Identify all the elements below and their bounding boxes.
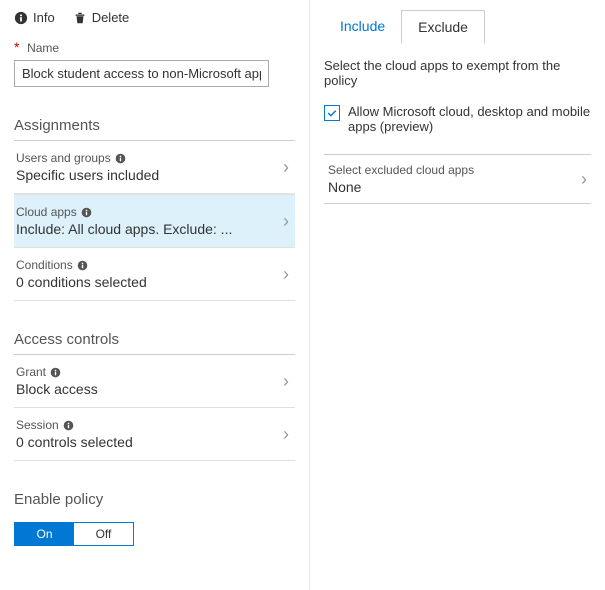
assignments-cloud-row[interactable]: Cloud apps Include: All cloud apps. Excl… xyxy=(14,194,295,248)
session-title: Session xyxy=(16,418,59,432)
users-title: Users and groups xyxy=(16,151,111,165)
allow-microsoft-label: Allow Microsoft cloud, desktop and mobil… xyxy=(348,104,591,134)
trash-icon xyxy=(73,11,87,25)
allow-microsoft-checkbox[interactable] xyxy=(324,105,340,121)
name-field: * Name xyxy=(14,39,295,87)
chevron-right-icon: › xyxy=(283,371,289,392)
excluded-title: Select excluded cloud apps xyxy=(328,163,474,177)
cloud-title: Cloud apps xyxy=(16,205,77,219)
info-icon xyxy=(115,153,126,164)
info-button[interactable]: Info xyxy=(14,10,55,25)
conditions-title: Conditions xyxy=(16,258,73,272)
access-session-row[interactable]: Session 0 controls selected › xyxy=(14,408,295,461)
name-label: Name xyxy=(27,41,59,55)
info-label: Info xyxy=(33,10,55,25)
excluded-value: None xyxy=(328,179,474,195)
chevron-right-icon: › xyxy=(283,211,289,232)
enable-policy-header: Enable policy xyxy=(14,491,295,514)
cloud-value: Include: All cloud apps. Exclude: ... xyxy=(16,221,283,237)
info-icon xyxy=(63,420,74,431)
session-value: 0 controls selected xyxy=(16,434,283,450)
chevron-right-icon: › xyxy=(581,169,587,190)
required-asterisk: * xyxy=(14,39,19,55)
users-value: Specific users included xyxy=(16,167,283,183)
assignments-users-row[interactable]: Users and groups Specific users included… xyxy=(14,141,295,194)
name-input[interactable] xyxy=(14,60,269,87)
tab-include[interactable]: Include xyxy=(324,10,401,44)
access-grant-row[interactable]: Grant Block access › xyxy=(14,355,295,408)
checkmark-icon xyxy=(326,107,338,119)
info-icon xyxy=(50,367,61,378)
conditions-value: 0 conditions selected xyxy=(16,274,283,290)
excluded-apps-row[interactable]: Select excluded cloud apps None › xyxy=(324,154,591,204)
chevron-right-icon: › xyxy=(283,264,289,285)
assignments-conditions-row[interactable]: Conditions 0 conditions selected › xyxy=(14,248,295,301)
info-circle-icon xyxy=(14,11,28,25)
assignments-header: Assignments xyxy=(14,117,295,141)
toggle-on[interactable]: On xyxy=(15,523,74,545)
tab-exclude[interactable]: Exclude xyxy=(401,10,485,44)
grant-title: Grant xyxy=(16,365,46,379)
chevron-right-icon: › xyxy=(283,424,289,445)
info-icon xyxy=(77,260,88,271)
exclude-instruction: Select the cloud apps to exempt from the… xyxy=(324,58,591,88)
info-icon xyxy=(81,207,92,218)
delete-button[interactable]: Delete xyxy=(73,10,130,25)
toggle-off[interactable]: Off xyxy=(74,523,133,545)
delete-label: Delete xyxy=(92,10,130,25)
access-controls-header: Access controls xyxy=(14,331,295,355)
grant-value: Block access xyxy=(16,381,283,397)
enable-policy-toggle[interactable]: On Off xyxy=(14,522,134,546)
chevron-right-icon: › xyxy=(283,157,289,178)
